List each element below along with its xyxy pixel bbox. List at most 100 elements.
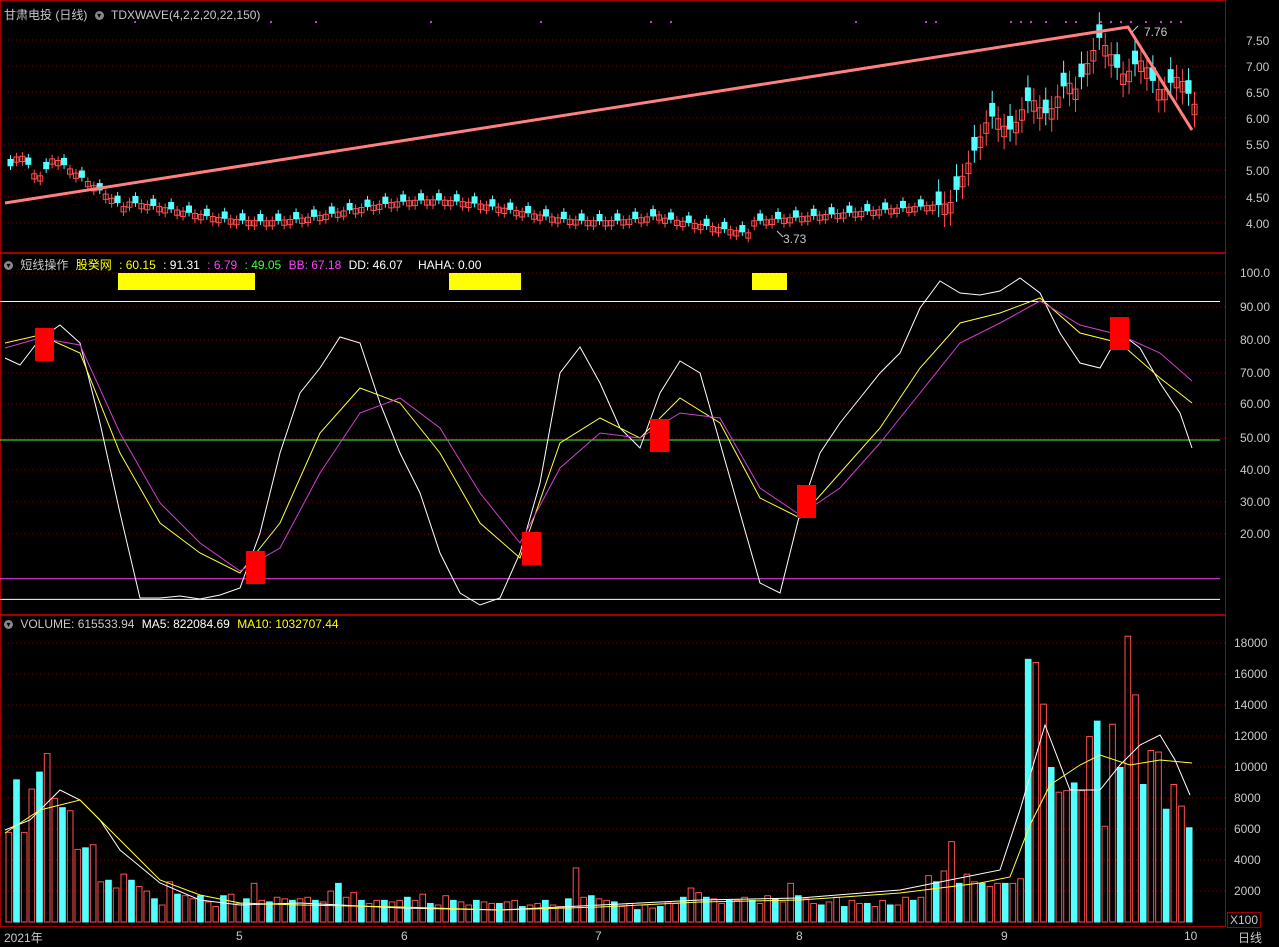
ma10-line <box>4 754 1193 911</box>
vol-tick: 8000 <box>1234 791 1261 805</box>
volume-bar <box>595 898 603 923</box>
candle <box>293 212 300 220</box>
volume-bar <box>1132 694 1139 923</box>
volume-bar <box>1047 767 1055 923</box>
volume-bar <box>181 895 189 923</box>
vol-tick: 4000 <box>1234 853 1261 867</box>
volume-bar <box>817 904 825 923</box>
signal-dot <box>855 21 857 23</box>
signal-dot <box>1010 21 1012 23</box>
volume-bar <box>89 844 97 923</box>
volume-bar <box>112 887 120 923</box>
candle <box>685 215 692 223</box>
oscillator-panel[interactable]: ▾ 短线操作 股癸网 : 60.15 : 91.31 : 6.79 : 49.0… <box>0 253 1279 615</box>
candle <box>203 208 210 217</box>
signal-dot <box>925 21 927 23</box>
volume-bar <box>350 892 358 923</box>
volume-bar <box>672 902 679 923</box>
candle <box>810 208 817 217</box>
vol-tick: 6000 <box>1234 822 1261 836</box>
volume-bar <box>925 875 932 923</box>
volume-bar <box>971 881 978 923</box>
signal-dot <box>1170 21 1172 23</box>
candle <box>596 214 603 222</box>
osc-tick: 90.00 <box>1240 300 1271 314</box>
volume-bar <box>580 896 588 923</box>
candle <box>435 193 442 201</box>
red-signal-block <box>1110 317 1129 350</box>
volume-bar <box>1009 882 1017 923</box>
signal-dot <box>1100 21 1102 23</box>
candle <box>792 210 799 218</box>
candle <box>221 211 228 219</box>
candle <box>168 202 175 210</box>
x-label: 6 <box>401 929 408 943</box>
volume-bar <box>879 899 886 923</box>
volume-bar <box>863 902 871 923</box>
signal-dot <box>134 21 136 23</box>
volume-bar <box>511 899 519 923</box>
signal-dot <box>430 21 432 23</box>
volume-bar <box>626 902 633 923</box>
volume-bar <box>764 895 771 923</box>
candle <box>935 191 942 206</box>
candle <box>453 194 460 202</box>
price-high-label: 7.76 <box>1144 25 1168 39</box>
price-panel[interactable]: 甘肃电投 (日线) ▾ TDXWAVE(4,2,2,20,22,150) 7.7… <box>0 0 1279 253</box>
candle <box>846 205 853 213</box>
volume-bar <box>227 893 235 923</box>
volume-panel[interactable]: ▾ VOLUME: 615533.94 MA5: 822084.69 MA10:… <box>0 615 1279 928</box>
vol-tick: 10000 <box>1234 760 1268 774</box>
candle <box>917 199 924 207</box>
volume-bar <box>756 902 764 923</box>
osc-tick: 50.00 <box>1240 431 1271 445</box>
vol-tick: 2000 <box>1234 884 1261 898</box>
candle <box>489 199 496 207</box>
volume-bar <box>105 879 112 923</box>
volume-bar <box>1124 635 1132 923</box>
volume-bar <box>488 902 496 923</box>
x-label: 7 <box>595 929 602 943</box>
candle <box>614 213 621 221</box>
red-signal-block <box>650 419 669 452</box>
x-label: 5 <box>236 929 243 943</box>
volume-bar <box>396 899 404 923</box>
volume-bar <box>963 873 971 923</box>
volume-bar <box>74 848 82 923</box>
x-label: 2021年 <box>4 931 43 945</box>
volume-bar <box>158 904 166 923</box>
volume-bar <box>633 909 641 923</box>
osc-tick: 20.00 <box>1240 527 1271 541</box>
volume-bar <box>1178 805 1185 923</box>
candle <box>1024 87 1031 102</box>
candle <box>578 213 585 221</box>
volume-bar <box>572 867 580 923</box>
volume-bar <box>641 904 649 923</box>
vol-tick: 18000 <box>1234 636 1268 650</box>
volume-bar <box>189 898 197 923</box>
volume-bar <box>20 831 28 923</box>
candle <box>899 200 906 209</box>
volume-bar <box>1101 825 1109 923</box>
candle <box>1132 50 1139 65</box>
x-label: 10 <box>1184 929 1198 943</box>
signal-dot <box>1030 21 1032 23</box>
volume-bar <box>480 901 488 923</box>
volume-bar <box>1001 882 1009 923</box>
volume-bar <box>565 898 572 923</box>
volume-bar <box>473 899 480 923</box>
volume-bar <box>664 901 672 923</box>
price-tick: 6.00 <box>1246 112 1270 126</box>
volume-bar <box>266 901 273 923</box>
volume-bar <box>128 879 135 923</box>
candle <box>507 202 514 210</box>
candle <box>114 195 121 203</box>
signal-dot <box>1130 21 1132 23</box>
volume-bar <box>1070 782 1078 923</box>
fast-line <box>4 277 1193 606</box>
vol-tick: 16000 <box>1234 667 1268 681</box>
volume-bar <box>1093 720 1101 923</box>
candle <box>525 206 532 214</box>
period-label[interactable]: 日线 <box>1238 929 1262 946</box>
volume-chart <box>0 635 1226 923</box>
